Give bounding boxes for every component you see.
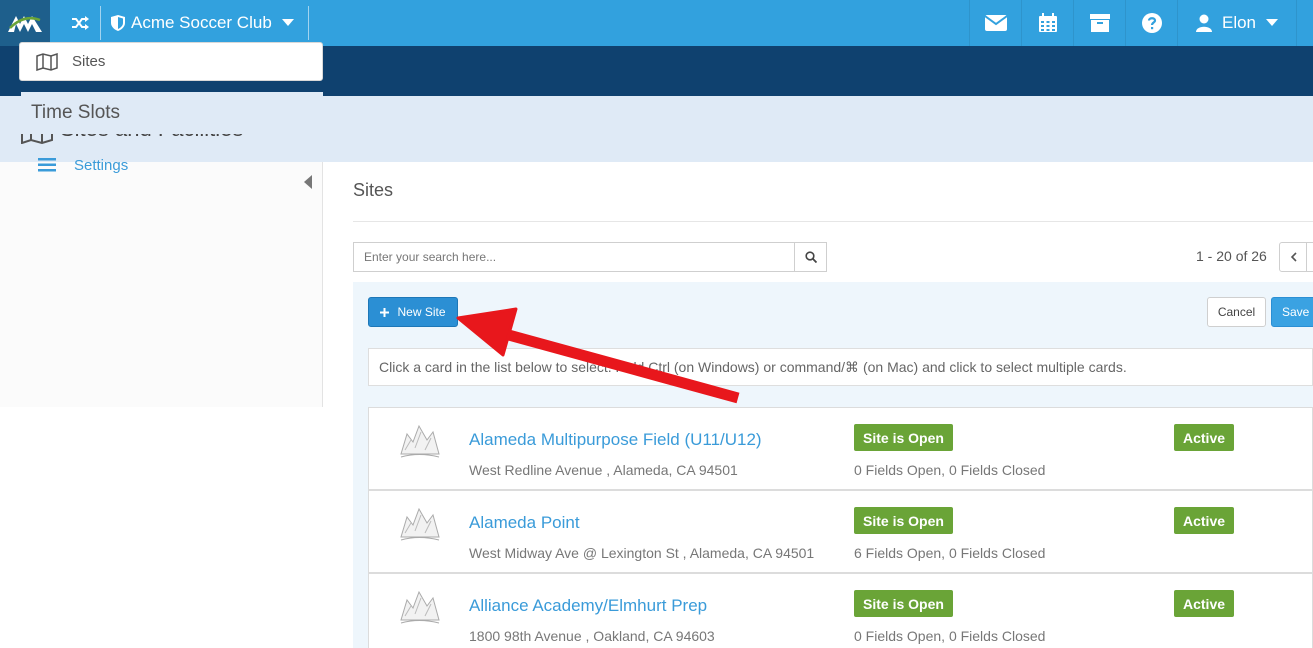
active-badge: Active xyxy=(1174,590,1235,617)
search-button[interactable] xyxy=(794,243,826,271)
sidebar-item-sites[interactable]: Sites xyxy=(19,42,323,81)
topbar-actions: Elon xyxy=(969,0,1313,46)
topbar-divider xyxy=(308,6,309,40)
collapse-sidebar-button[interactable] xyxy=(300,174,316,190)
site-card[interactable]: Alliance Academy/Elmhurt Prep 1800 98th … xyxy=(368,573,1313,648)
chevron-down-icon xyxy=(1266,19,1279,26)
sidebar-item-label: Settings xyxy=(74,156,129,174)
shuffle-icon xyxy=(72,16,89,30)
divider xyxy=(353,221,1313,222)
cancel-button[interactable]: Cancel xyxy=(1207,297,1266,327)
site-image xyxy=(400,424,440,458)
archive-icon xyxy=(1089,14,1110,32)
chevron-left-icon xyxy=(1290,252,1297,262)
site-card[interactable]: Alameda Point West Midway Ave @ Lexingto… xyxy=(368,490,1313,573)
active-badge: Active xyxy=(1174,507,1235,534)
topbar-divider xyxy=(100,6,101,40)
archive-button[interactable] xyxy=(1073,0,1125,46)
logo-icon xyxy=(8,16,42,32)
club-name: Acme Soccer Club xyxy=(131,13,272,32)
sidebar-item-settings[interactable]: Settings xyxy=(38,150,128,180)
pagination-count: 1 - 20 of 26 xyxy=(1196,248,1267,264)
site-fields-summary: 0 Fields Open, 0 Fields Closed xyxy=(854,628,1046,644)
help-icon xyxy=(1141,13,1162,33)
site-image xyxy=(400,590,440,624)
search-input[interactable] xyxy=(354,243,794,271)
chevron-down-icon xyxy=(281,19,294,26)
app-logo[interactable] xyxy=(0,0,50,46)
plus-icon xyxy=(380,307,390,317)
user-icon xyxy=(1195,14,1212,32)
hamburger-icon xyxy=(38,158,56,172)
site-address: West Redline Avenue , Alameda, CA 94501 xyxy=(469,462,738,478)
club-selector[interactable]: Acme Soccer Club xyxy=(110,0,294,46)
site-name[interactable]: Alameda Multipurpose Field (U11/U12) xyxy=(469,430,762,450)
sidebar-item-time-slots[interactable]: Time Slots xyxy=(21,92,323,134)
site-image xyxy=(400,507,440,541)
site-address: West Midway Ave @ Lexington St , Alameda… xyxy=(469,545,815,561)
search-bar xyxy=(353,242,827,272)
new-site-button[interactable]: New Site xyxy=(368,297,458,327)
site-status-badge: Site is Open xyxy=(854,424,953,451)
site-card[interactable]: Alameda Multipurpose Field (U11/U12) Wes… xyxy=(368,407,1313,490)
shield-icon xyxy=(111,15,125,31)
search-icon xyxy=(804,251,817,263)
sidebar xyxy=(0,162,323,407)
help-button[interactable] xyxy=(1125,0,1177,46)
switch-organization-button[interactable] xyxy=(60,0,100,46)
envelope-icon xyxy=(984,15,1007,31)
site-address: 1800 98th Avenue , Oakland, CA 94603 xyxy=(469,628,715,644)
selection-hint: Click a card in the list below to select… xyxy=(368,348,1313,386)
active-badge: Active xyxy=(1174,424,1235,451)
user-menu[interactable]: Elon xyxy=(1177,0,1297,46)
site-fields-summary: 0 Fields Open, 0 Fields Closed xyxy=(854,462,1046,478)
sidebar-item-label: Time Slots xyxy=(31,102,121,123)
map-icon xyxy=(36,52,58,71)
user-name: Elon xyxy=(1221,13,1257,32)
next-page-button[interactable] xyxy=(1306,242,1313,272)
section-title: Sites xyxy=(353,180,394,200)
sidebar-item-label: Sites xyxy=(72,53,106,70)
site-status-badge: Site is Open xyxy=(854,507,953,534)
calendar-icon xyxy=(1038,13,1057,32)
previous-page-button[interactable] xyxy=(1279,242,1307,272)
calendar-button[interactable] xyxy=(1021,0,1073,46)
top-bar: Acme Soccer Club Elon xyxy=(0,0,1313,46)
site-status-badge: Site is Open xyxy=(854,590,953,617)
site-name[interactable]: Alliance Academy/Elmhurt Prep xyxy=(469,596,707,616)
site-fields-summary: 6 Fields Open, 0 Fields Closed xyxy=(854,545,1046,561)
new-site-label: New Site xyxy=(397,305,446,319)
save-button[interactable]: Save xyxy=(1271,297,1313,327)
site-name[interactable]: Alameda Point xyxy=(469,513,580,533)
caret-left-icon xyxy=(304,175,312,189)
messages-button[interactable] xyxy=(969,0,1021,46)
